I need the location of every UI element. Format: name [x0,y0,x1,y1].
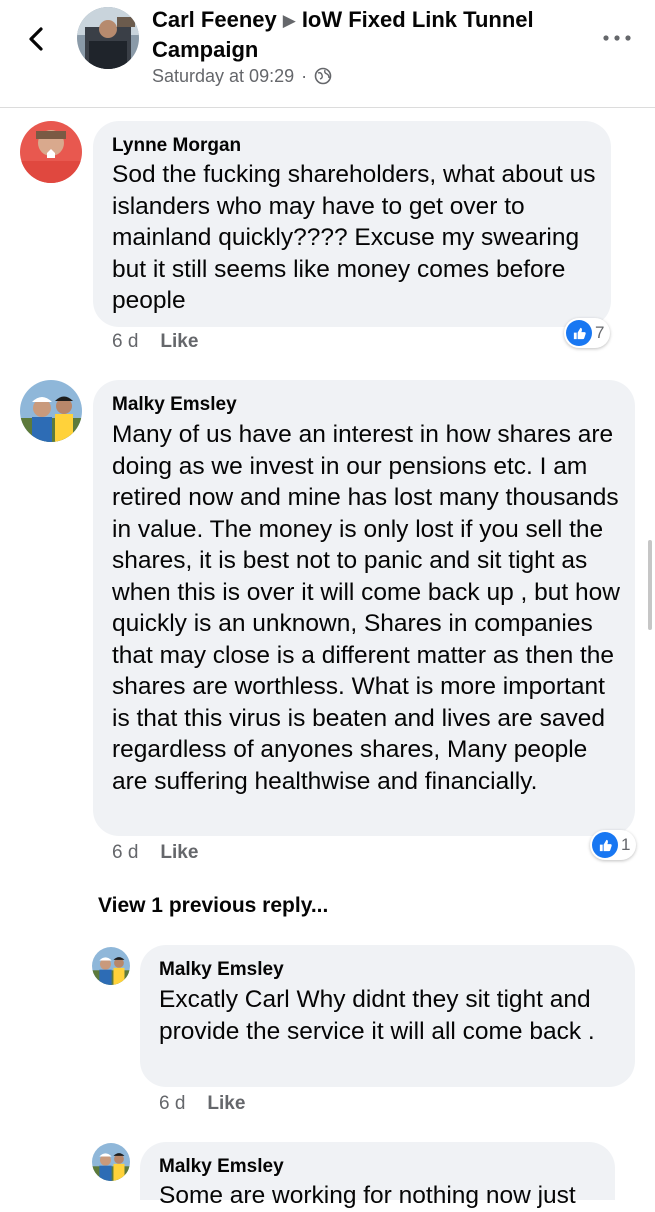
reaction-count: 1 [621,835,631,854]
reply-author[interactable]: Malky Emsley [159,1155,284,1179]
reply-text: Excatly Carl Why didnt they sit tight an… [159,986,595,1045]
reaction-badge[interactable]: 1 [590,830,637,860]
view-previous-replies-link[interactable]: View 1 previous reply... [98,894,328,918]
reaction-count: 7 [595,323,605,342]
comment-author[interactable]: Malky Emsley [112,393,237,417]
reply-actions: 6 d Like [159,1092,245,1116]
thumbs-up-icon [566,320,592,346]
comment-text: Sod the fucking shareholders, what about… [112,161,596,314]
thumbs-up-icon [592,832,618,858]
comment-age[interactable]: 6 d [112,842,138,863]
reply-avatar[interactable] [92,1143,130,1181]
commenter-avatar[interactable] [20,380,82,442]
reply-author[interactable]: Malky Emsley [159,958,284,982]
post-timestamp[interactable]: Saturday at 09:29 [152,65,294,87]
comment-age[interactable]: 6 d [112,331,138,352]
comment-text: Many of us have an interest in how share… [112,421,620,795]
like-button[interactable]: Like [160,842,198,863]
post-meta: Saturday at 09:29 · [152,65,332,87]
comment-actions: 6 d Like [112,330,198,354]
group-arrow-icon: ▶ [282,11,296,30]
comment-actions: 6 d Like [112,841,198,865]
post-title: Carl Feeney ▶ IoW Fixed Link Tunnel Campai… [152,6,552,64]
like-button[interactable]: Like [207,1093,245,1114]
scrollbar[interactable] [648,540,652,630]
reply-age[interactable]: 6 d [159,1093,185,1114]
comment-author[interactable]: Lynne Morgan [112,134,241,158]
reply-text: Some are working for nothing now just [159,1182,576,1209]
globe-icon [314,67,332,85]
more-options-icon[interactable] [600,30,634,46]
post-author-name[interactable]: Carl Feeney [152,7,277,32]
author-avatar[interactable] [77,7,139,69]
like-button[interactable]: Like [160,331,198,352]
post-header: Carl Feeney ▶ IoW Fixed Link Tunnel Campai… [0,0,655,108]
commenter-avatar[interactable] [20,121,82,183]
back-icon[interactable] [22,24,52,54]
reaction-badge[interactable]: 7 [564,318,611,348]
meta-dot: · [301,66,308,86]
reply-avatar[interactable] [92,947,130,985]
